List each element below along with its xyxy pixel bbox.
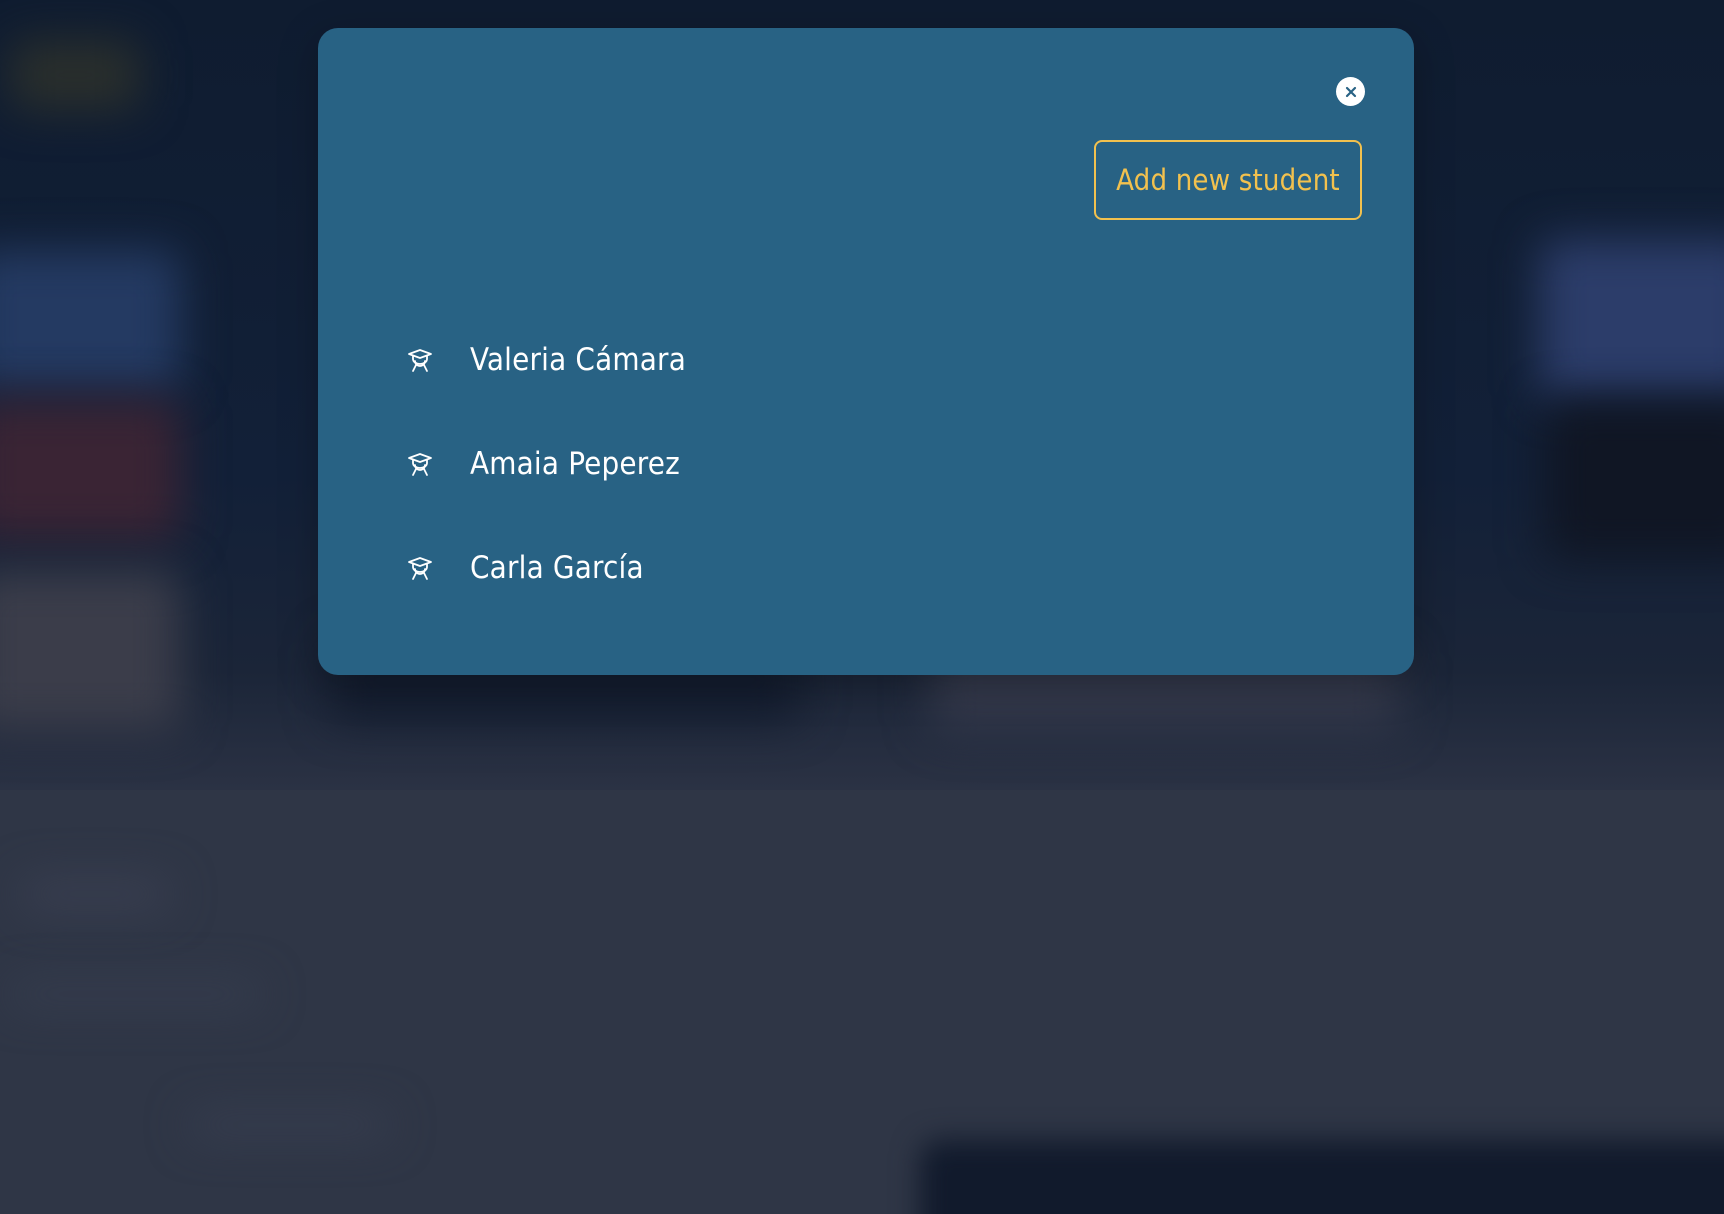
background-text — [10, 985, 260, 1003]
student-list-item[interactable]: Carla García — [406, 516, 1106, 620]
student-name: Carla García — [470, 549, 644, 586]
background-card — [0, 570, 180, 730]
student-list: Valeria Cámara Amaia Peperez Carla Garcí… — [406, 308, 1106, 620]
close-icon — [1345, 86, 1356, 97]
close-button[interactable] — [1336, 77, 1365, 106]
student-name: Amaia Peperez — [470, 445, 680, 482]
background-panel — [920, 1140, 1724, 1214]
student-name: Valeria Cámara — [470, 341, 687, 378]
student-list-item[interactable]: Valeria Cámara — [406, 308, 1106, 412]
student-list-item[interactable]: Amaia Peperez — [406, 412, 1106, 516]
background-card — [0, 250, 180, 390]
background-text — [20, 880, 170, 908]
background-logo — [10, 40, 140, 110]
graduate-icon — [406, 554, 434, 582]
graduate-icon — [406, 346, 434, 374]
background-card — [0, 400, 180, 540]
students-modal: Add new student Valeria Cámara Amaia Pep… — [318, 28, 1414, 675]
background-card — [1545, 400, 1724, 560]
graduate-icon — [406, 450, 434, 478]
background-card — [1540, 240, 1724, 400]
add-new-student-button[interactable]: Add new student — [1094, 140, 1362, 220]
background-text — [190, 1115, 390, 1135]
